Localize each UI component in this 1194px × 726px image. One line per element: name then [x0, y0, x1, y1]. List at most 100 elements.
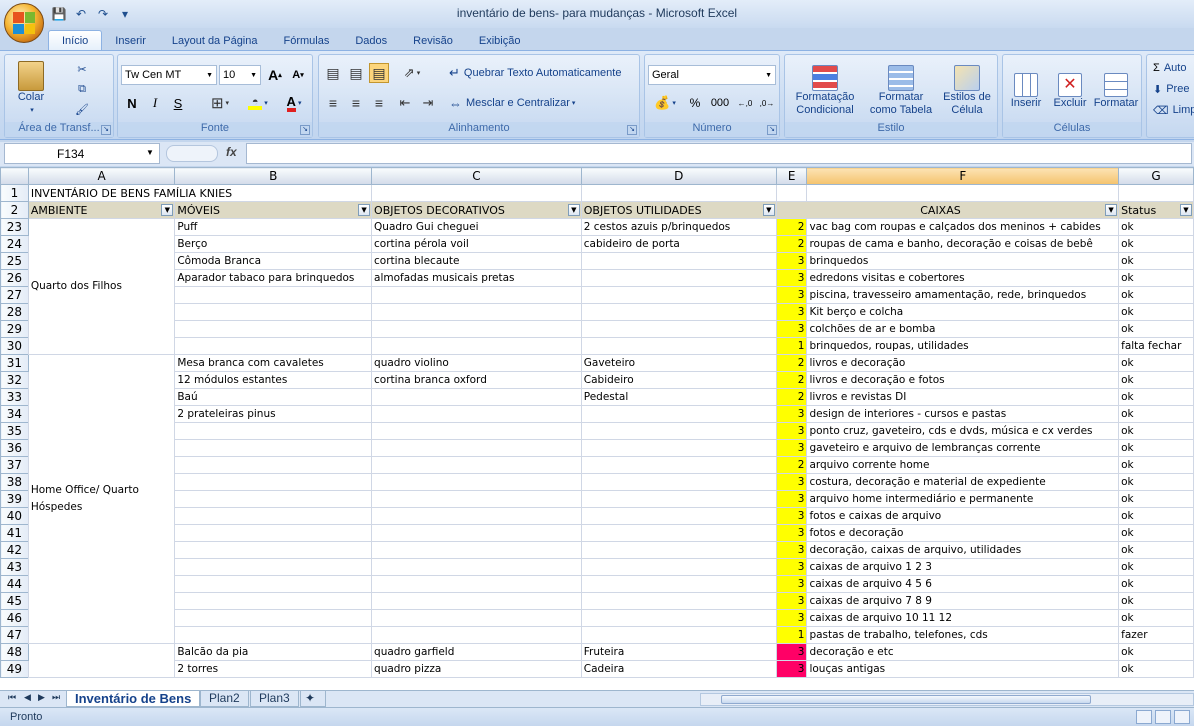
decorativos-cell[interactable]: quadro garfield: [371, 643, 582, 661]
row-header[interactable]: 25: [0, 252, 29, 270]
header-objetos-utilidades[interactable]: OBJETOS UTILIDADES ▼: [580, 201, 777, 219]
caixas-cell[interactable]: design de interiores - cursos e pastas: [806, 405, 1120, 423]
moveis-cell[interactable]: [174, 286, 373, 304]
row-header[interactable]: 26: [0, 269, 29, 287]
status-cell[interactable]: ok: [1118, 609, 1194, 627]
prev-sheet-icon[interactable]: ◀: [24, 692, 31, 703]
row-header[interactable]: 35: [0, 422, 29, 440]
align-right-icon[interactable]: ≡: [369, 93, 389, 113]
next-sheet-icon[interactable]: ▶: [38, 692, 45, 703]
box-count-cell[interactable]: 3: [775, 507, 808, 525]
moveis-cell[interactable]: [174, 626, 373, 644]
decorativos-cell[interactable]: [371, 507, 582, 525]
row-header[interactable]: 43: [0, 558, 29, 576]
utilidades-cell[interactable]: [580, 592, 777, 610]
status-cell[interactable]: ok: [1118, 303, 1194, 321]
row-header[interactable]: 46: [0, 609, 29, 627]
row-header[interactable]: 44: [0, 575, 29, 593]
status-cell[interactable]: ok: [1118, 541, 1194, 559]
sheet-tab-plan2[interactable]: Plan2: [200, 691, 249, 707]
status-cell[interactable]: ok: [1118, 524, 1194, 542]
utilidades-cell[interactable]: [580, 252, 777, 270]
moveis-cell[interactable]: 12 módulos estantes: [174, 371, 373, 389]
row-header[interactable]: 1: [0, 184, 29, 202]
fill-color-icon[interactable]: ◓ ▾: [242, 93, 274, 113]
moveis-cell[interactable]: [174, 609, 373, 627]
box-count-cell[interactable]: 3: [775, 320, 808, 338]
caixas-cell[interactable]: brinquedos: [806, 252, 1120, 270]
format-cells-button[interactable]: Formatar: [1091, 59, 1141, 123]
caixas-cell[interactable]: decoração e etc: [806, 643, 1120, 661]
first-sheet-icon[interactable]: ⏮: [8, 692, 16, 703]
underline-button[interactable]: S: [168, 93, 188, 113]
utilidades-cell[interactable]: [580, 558, 777, 576]
wrap-text-button[interactable]: ↵ Quebrar Texto Automaticamente: [449, 63, 621, 83]
conditional-formatting-button[interactable]: Formatação Condicional: [789, 59, 861, 123]
box-count-cell[interactable]: 3: [775, 643, 808, 661]
status-cell[interactable]: ok: [1118, 320, 1194, 338]
moveis-cell[interactable]: [174, 303, 373, 321]
caixas-cell[interactable]: livros e decoração: [806, 354, 1120, 372]
row-header[interactable]: 48: [0, 643, 29, 661]
dialog-launcher-icon[interactable]: ↘: [300, 125, 310, 135]
row-header[interactable]: 31: [0, 354, 29, 372]
tab-revisao[interactable]: Revisão: [400, 31, 466, 50]
decorativos-cell[interactable]: quadro pizza: [371, 660, 582, 678]
thousands-button[interactable]: 000: [707, 93, 733, 113]
row-header[interactable]: 28: [0, 303, 29, 321]
row-header[interactable]: 45: [0, 592, 29, 610]
filter-dropdown-icon[interactable]: ▼: [567, 204, 580, 216]
moveis-cell[interactable]: [174, 456, 373, 474]
utilidades-cell[interactable]: [580, 609, 777, 627]
select-all-corner[interactable]: [0, 167, 29, 185]
caixas-cell[interactable]: fotos e decoração: [806, 524, 1120, 542]
cell[interactable]: [1118, 184, 1194, 202]
utilidades-cell[interactable]: [580, 456, 777, 474]
decorativos-cell[interactable]: [371, 524, 582, 542]
page-break-view-icon[interactable]: [1174, 710, 1190, 724]
row-header[interactable]: 34: [0, 405, 29, 423]
moveis-cell[interactable]: [174, 490, 373, 508]
row-header[interactable]: 2: [0, 201, 29, 219]
row-header[interactable]: 42: [0, 541, 29, 559]
bold-button[interactable]: N: [122, 93, 142, 113]
decorativos-cell[interactable]: [371, 388, 582, 406]
caixas-cell[interactable]: gaveteiro e arquivo de lembranças corren…: [806, 439, 1120, 457]
tab-inserir[interactable]: Inserir: [102, 31, 159, 50]
caixas-cell[interactable]: caixas de arquivo 4 5 6: [806, 575, 1120, 593]
status-cell[interactable]: ok: [1118, 422, 1194, 440]
header-caixas[interactable]: CAIXAS ▼: [775, 201, 1120, 219]
box-count-cell[interactable]: 3: [775, 269, 808, 287]
status-cell[interactable]: ok: [1118, 235, 1194, 253]
paste-button[interactable]: Colar ▾: [11, 59, 51, 119]
font-name-select[interactable]: Tw Cen MT ▼: [121, 65, 217, 85]
increase-indent-icon[interactable]: ⇥: [418, 93, 438, 113]
cell-styles-button[interactable]: Estilos de Célula: [937, 59, 997, 123]
caixas-cell[interactable]: caixas de arquivo 1 2 3: [806, 558, 1120, 576]
utilidades-cell[interactable]: [580, 320, 777, 338]
header-ambiente[interactable]: AMBIENTE ▼: [27, 201, 176, 219]
utilidades-cell[interactable]: [580, 337, 777, 355]
shrink-font-icon[interactable]: A ▾: [288, 65, 308, 85]
status-cell[interactable]: ok: [1118, 269, 1194, 287]
currency-icon[interactable]: 💰 ▾: [649, 93, 681, 113]
moveis-cell[interactable]: [174, 524, 373, 542]
row-header[interactable]: 49: [0, 660, 29, 678]
row-header[interactable]: 32: [0, 371, 29, 389]
filter-dropdown-icon[interactable]: ▼: [1180, 204, 1192, 216]
box-count-cell[interactable]: 2: [775, 218, 808, 236]
tab-dados[interactable]: Dados: [342, 31, 400, 50]
filter-dropdown-icon[interactable]: ▼: [161, 204, 174, 216]
row-header[interactable]: 30: [0, 337, 29, 355]
status-cell[interactable]: ok: [1118, 558, 1194, 576]
column-header-c[interactable]: C: [371, 167, 582, 185]
decorativos-cell[interactable]: [371, 456, 582, 474]
moveis-cell[interactable]: Mesa branca com cavaletes: [174, 354, 373, 372]
page-layout-view-icon[interactable]: [1155, 710, 1171, 724]
moveis-cell[interactable]: Berço: [174, 235, 373, 253]
last-sheet-icon[interactable]: ⏭: [52, 692, 60, 703]
utilidades-cell[interactable]: [580, 439, 777, 457]
status-cell[interactable]: ok: [1118, 575, 1194, 593]
status-cell[interactable]: fazer: [1118, 626, 1194, 644]
decorativos-cell[interactable]: [371, 609, 582, 627]
